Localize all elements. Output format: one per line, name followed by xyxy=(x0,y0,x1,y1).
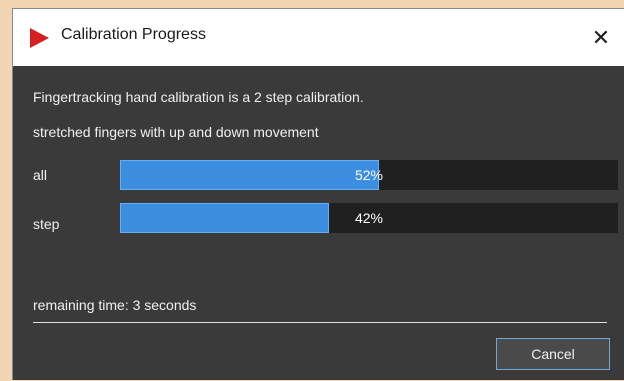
app-icon xyxy=(30,28,49,48)
dialog-content: Fingertracking hand calibration is a 2 s… xyxy=(13,66,624,381)
remaining-time: remaining time: 3 seconds xyxy=(33,297,197,313)
progress-text-step: 42% xyxy=(354,210,384,226)
title-bar: Calibration Progress ✕ xyxy=(13,9,624,66)
progress-bar-all: 52% xyxy=(120,160,618,190)
close-button[interactable]: ✕ xyxy=(578,9,624,66)
progress-label-all: all xyxy=(33,167,48,183)
current-step-text: stretched fingers with up and down movem… xyxy=(33,124,319,140)
divider xyxy=(33,322,607,323)
window-title: Calibration Progress xyxy=(61,26,206,43)
cancel-button[interactable]: Cancel xyxy=(496,338,610,370)
progress-bar-step: 42% xyxy=(120,203,618,233)
close-icon: ✕ xyxy=(591,24,611,50)
calibration-dialog: Calibration Progress ✕ Fingertracking ha… xyxy=(12,8,624,380)
progress-label-step: step xyxy=(33,216,60,232)
progress-text-all: 52% xyxy=(354,167,384,183)
calibration-description: Fingertracking hand calibration is a 2 s… xyxy=(33,89,364,105)
